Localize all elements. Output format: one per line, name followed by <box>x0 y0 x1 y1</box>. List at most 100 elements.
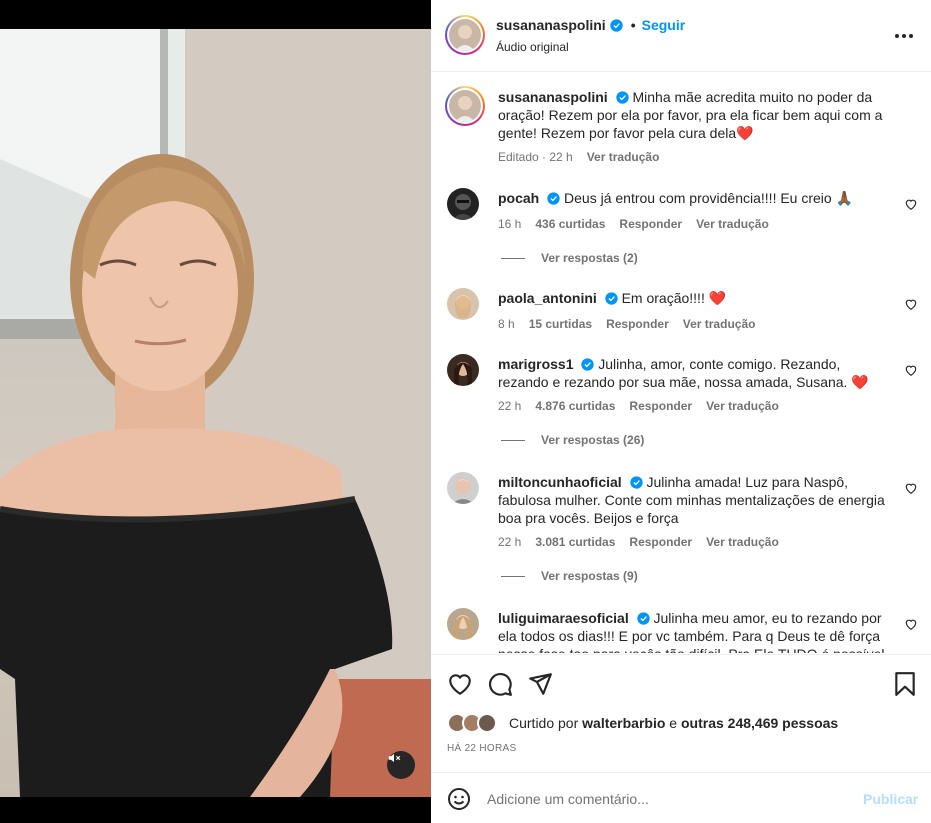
heart-icon[interactable] <box>447 671 473 697</box>
avatar[interactable] <box>447 472 479 504</box>
comment-text: miltoncunhaoficial Julinha amada! Luz pa… <box>498 473 893 527</box>
reply-button[interactable]: Responder <box>619 217 682 231</box>
likes-summary: Curtido por walterbarbio e outras 248,46… <box>447 713 838 733</box>
comment-likes[interactable]: 3.081 curtidas <box>535 535 615 549</box>
see-translation-link[interactable]: Ver tradução <box>706 399 779 413</box>
view-replies-label: Ver respostas (26) <box>541 433 645 447</box>
heart-icon[interactable] <box>904 297 918 311</box>
verified-badge-icon <box>581 358 595 371</box>
reply-button[interactable]: Responder <box>629 535 692 549</box>
caption-avatar-ring[interactable] <box>445 86 485 126</box>
comments-list[interactable]: susananaspolini Minha mãe acredita muito… <box>431 73 931 653</box>
author-username[interactable]: susananaspolini <box>496 17 606 33</box>
comment-text: luliguimaraesoficial Julinha meu amor, e… <box>498 609 893 653</box>
mute-toggle-button[interactable] <box>387 751 415 779</box>
replies-divider <box>501 575 525 577</box>
reply-button[interactable]: Responder <box>629 399 692 413</box>
view-replies-label: Ver respostas (9) <box>541 569 638 583</box>
comment-time: 16 h <box>498 217 522 231</box>
comment-meta: 16 h 436 curtidas Responder Ver tradução <box>498 217 769 231</box>
view-replies-button[interactable]: Ver respostas (26) <box>501 433 644 447</box>
see-translation-link[interactable]: Ver tradução <box>706 535 779 549</box>
verified-badge-icon <box>636 612 650 625</box>
follow-button[interactable]: Seguir <box>642 17 686 33</box>
heart-icon[interactable] <box>904 197 918 211</box>
reply-button[interactable]: Responder <box>606 317 669 331</box>
caption-username[interactable]: susananaspolini <box>498 89 608 105</box>
publish-button[interactable]: Publicar <box>863 791 918 807</box>
comment-username[interactable]: miltoncunhaoficial <box>498 474 622 490</box>
original-audio-link[interactable]: Áudio original <box>496 40 569 54</box>
comment-likes[interactable]: 15 curtidas <box>529 317 592 331</box>
separator-dot: • <box>630 17 636 33</box>
more-options-icon[interactable] <box>891 26 917 44</box>
verified-badge-icon <box>605 292 618 305</box>
see-translation-link[interactable]: Ver tradução <box>683 317 756 331</box>
heart-emoji: ❤️ <box>851 374 869 390</box>
heart-icon[interactable] <box>904 363 918 377</box>
verified-badge-icon <box>615 91 629 104</box>
bookmark-icon[interactable] <box>892 671 918 697</box>
avatar[interactable] <box>447 354 479 386</box>
liked-by-prefix: Curtido por <box>509 715 579 731</box>
post-timestamp[interactable]: HÁ 22 HORAS <box>447 743 516 754</box>
share-icon[interactable] <box>527 671 553 697</box>
comment-username[interactable]: pocah <box>498 190 539 206</box>
comment-body: Deus já entrou com providência!!!! Eu cr… <box>564 190 832 206</box>
comment-body: Em oração!!!! <box>621 290 705 306</box>
comment-icon[interactable] <box>487 671 513 697</box>
replies-divider <box>501 439 525 441</box>
comment-meta: 22 h 3.081 curtidas Responder Ver traduç… <box>498 535 779 549</box>
caption-meta: Editado · 22 h Ver tradução <box>498 150 659 164</box>
heart-icon[interactable] <box>904 481 918 495</box>
view-replies-button[interactable]: Ver respostas (2) <box>501 251 638 265</box>
video-frame-illustration <box>0 29 431 797</box>
liked-by-connector: e <box>669 715 678 731</box>
replies-divider <box>501 257 525 259</box>
comment-text: paola_antonini Em oração!!!! ❤️ <box>498 289 893 307</box>
instagram-post-modal: susananaspolini • Seguir Áudio original … <box>0 0 931 823</box>
avatar <box>477 713 497 733</box>
speaker-muted-icon <box>388 753 401 763</box>
avatar <box>449 90 481 122</box>
comment-likes[interactable]: 4.876 curtidas <box>535 399 615 413</box>
post-actions: Curtido por walterbarbio e outras 248,46… <box>431 654 931 772</box>
comment-input[interactable] <box>487 786 847 812</box>
comment-meta: 8 h 15 curtidas Responder Ver tradução <box>498 317 755 331</box>
liker-avatars[interactable] <box>447 713 505 733</box>
see-translation-link[interactable]: Ver tradução <box>696 217 769 231</box>
verified-badge-icon <box>629 476 643 489</box>
comment-time: 8 h <box>498 317 515 331</box>
heart-icon[interactable] <box>904 617 918 631</box>
avatar[interactable] <box>447 288 479 320</box>
avatar[interactable] <box>447 608 479 640</box>
view-replies-button[interactable]: Ver respostas (9) <box>501 569 638 583</box>
liked-by-user[interactable]: walterbarbio <box>582 715 665 731</box>
heart-emoji: ❤️ <box>708 290 727 306</box>
caption-text: susananaspolini Minha mãe acredita muito… <box>498 88 893 142</box>
caption-edited-time: Editado · 22 h <box>498 150 573 164</box>
post-header: susananaspolini • Seguir Áudio original <box>431 0 931 72</box>
comment-time: 22 h <box>498 399 522 413</box>
comment-text: pocah Deus já entrou com providência!!!!… <box>498 189 893 207</box>
comment-text: marigross1 Julinha, amor, conte comigo. … <box>498 355 893 391</box>
comment-likes[interactable]: 436 curtidas <box>535 217 605 231</box>
pray-emoji: 🙏🏾 <box>835 190 854 206</box>
avatar <box>449 19 481 51</box>
comment-time: 22 h <box>498 535 522 549</box>
likes-count[interactable]: outras 248,469 pessoas <box>681 715 838 731</box>
heart-emoji: ❤️ <box>736 125 754 141</box>
add-comment-bar: Publicar <box>431 772 931 823</box>
story-ring[interactable] <box>445 15 485 55</box>
comment-username[interactable]: marigross1 <box>498 356 573 372</box>
post-details-panel: susananaspolini • Seguir Áudio original … <box>431 0 931 823</box>
see-translation-link[interactable]: Ver tradução <box>587 150 660 164</box>
header-username-row: susananaspolini • Seguir <box>496 17 685 33</box>
comment-username[interactable]: luliguimaraesoficial <box>498 610 629 626</box>
comment-meta: 22 h 4.876 curtidas Responder Ver traduç… <box>498 399 779 413</box>
avatar[interactable] <box>447 188 479 220</box>
comment-username[interactable]: paola_antonini <box>498 290 597 306</box>
post-video[interactable] <box>0 29 431 797</box>
emoji-icon[interactable] <box>447 787 471 811</box>
view-replies-label: Ver respostas (2) <box>541 251 638 265</box>
